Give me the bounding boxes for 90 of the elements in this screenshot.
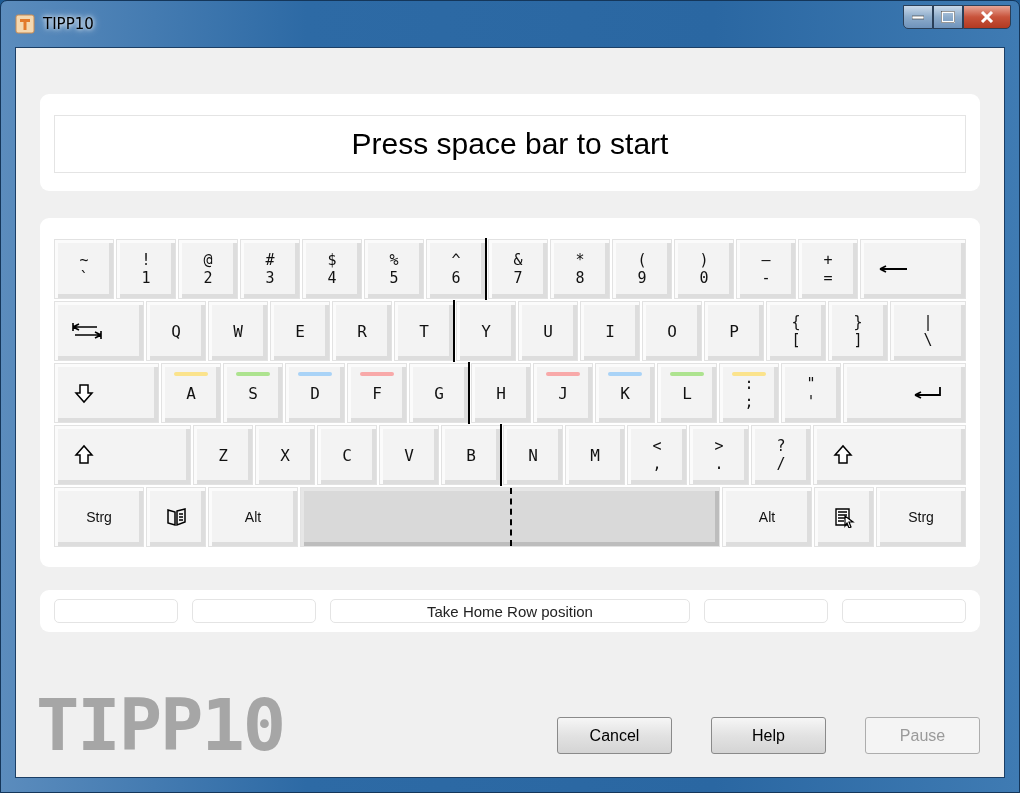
key-label: W	[233, 323, 243, 341]
key-label: }	[853, 313, 863, 331]
maximize-button[interactable]	[933, 5, 963, 29]
prompt-text: Press space bar to start	[54, 115, 966, 173]
key-label: C	[342, 447, 352, 465]
close-icon	[980, 11, 994, 23]
key-label: R	[357, 323, 367, 341]
window-title: TIPP10	[43, 15, 95, 33]
key-label: 9	[637, 269, 647, 287]
key-label: ?	[776, 437, 786, 455]
menu-cursor-icon	[833, 506, 855, 528]
key-label: ^	[451, 251, 461, 269]
key-label: X	[280, 447, 290, 465]
key-label: .	[714, 455, 724, 473]
key-label: J	[558, 385, 568, 403]
key-label: ]	[853, 331, 863, 349]
key-label: `	[79, 269, 89, 287]
key-label: U	[543, 323, 553, 341]
key-label: O	[667, 323, 677, 341]
key-label: B	[466, 447, 476, 465]
key-label: K	[620, 385, 630, 403]
dialog-button[interactable]: Cancel	[557, 717, 672, 754]
key-label: M	[590, 447, 600, 465]
key-label: 6	[451, 269, 461, 287]
key-label: Strg	[86, 509, 112, 525]
key-label: A	[186, 385, 196, 403]
key-label: "	[806, 375, 816, 393]
key-label: G	[434, 385, 444, 403]
key-label: 3	[265, 269, 275, 287]
key-label: )	[699, 251, 709, 269]
key-label: /	[776, 455, 786, 473]
key-label: #	[265, 251, 275, 269]
key-label: ,	[652, 455, 662, 473]
key-label: –	[761, 251, 771, 269]
key-label: T	[419, 323, 429, 341]
key-label: 5	[389, 269, 399, 287]
key-label: =	[823, 269, 833, 287]
key-label: Strg	[908, 509, 934, 525]
minimize-icon	[912, 14, 924, 20]
key-label: L	[682, 385, 692, 403]
dialog-button[interactable]: Help	[711, 717, 826, 754]
status-field: Take Home Row position	[330, 599, 690, 623]
key-label: &	[513, 251, 523, 269]
key-label: ;	[744, 393, 754, 411]
tab-arrows-icon	[71, 320, 103, 342]
key-label: Alt	[758, 509, 776, 525]
key-label: %	[389, 251, 399, 269]
key-label: Z	[218, 447, 228, 465]
hollow-up-arrow-icon	[73, 444, 95, 466]
key-label: <	[652, 437, 662, 455]
key-label: I	[605, 323, 615, 341]
key-label: 2	[203, 269, 213, 287]
key-label: $	[327, 251, 337, 269]
key-label: '	[806, 393, 816, 411]
hollow-down-arrow-icon	[73, 382, 95, 404]
key-label: :	[744, 375, 754, 393]
key-label: *	[575, 251, 585, 269]
key-label: 1	[141, 269, 151, 287]
key-label: Q	[171, 323, 181, 341]
key-label: (	[637, 251, 647, 269]
maximize-icon	[941, 11, 955, 23]
key-label: Y	[481, 323, 491, 341]
key-label: H	[496, 385, 506, 403]
close-button[interactable]	[963, 5, 1011, 29]
key-label: |	[923, 313, 933, 331]
key-label: \	[923, 331, 933, 349]
key-label: V	[404, 447, 414, 465]
key-label: !	[141, 251, 151, 269]
key-label: +	[823, 251, 833, 269]
key-label: F	[372, 385, 382, 403]
key-label: N	[528, 447, 538, 465]
app-icon	[15, 14, 35, 34]
minimize-button[interactable]	[903, 5, 933, 29]
key-label: -	[761, 269, 771, 287]
key-label: 8	[575, 269, 585, 287]
key-label: D	[310, 385, 320, 403]
key-label: 7	[513, 269, 523, 287]
key-label: E	[295, 323, 305, 341]
dotted-logo: TIPP10	[36, 693, 285, 757]
key-label: Alt	[244, 509, 262, 525]
key-label: @	[203, 251, 213, 269]
key-label: 0	[699, 269, 709, 287]
key-label: ~	[79, 251, 89, 269]
key-label: >	[714, 437, 724, 455]
key-label: P	[729, 323, 739, 341]
key-label: S	[248, 385, 258, 403]
key-label: [	[791, 331, 801, 349]
hollow-up-arrow-icon	[832, 444, 854, 466]
key-label: {	[791, 313, 801, 331]
key-label: 4	[327, 269, 337, 287]
